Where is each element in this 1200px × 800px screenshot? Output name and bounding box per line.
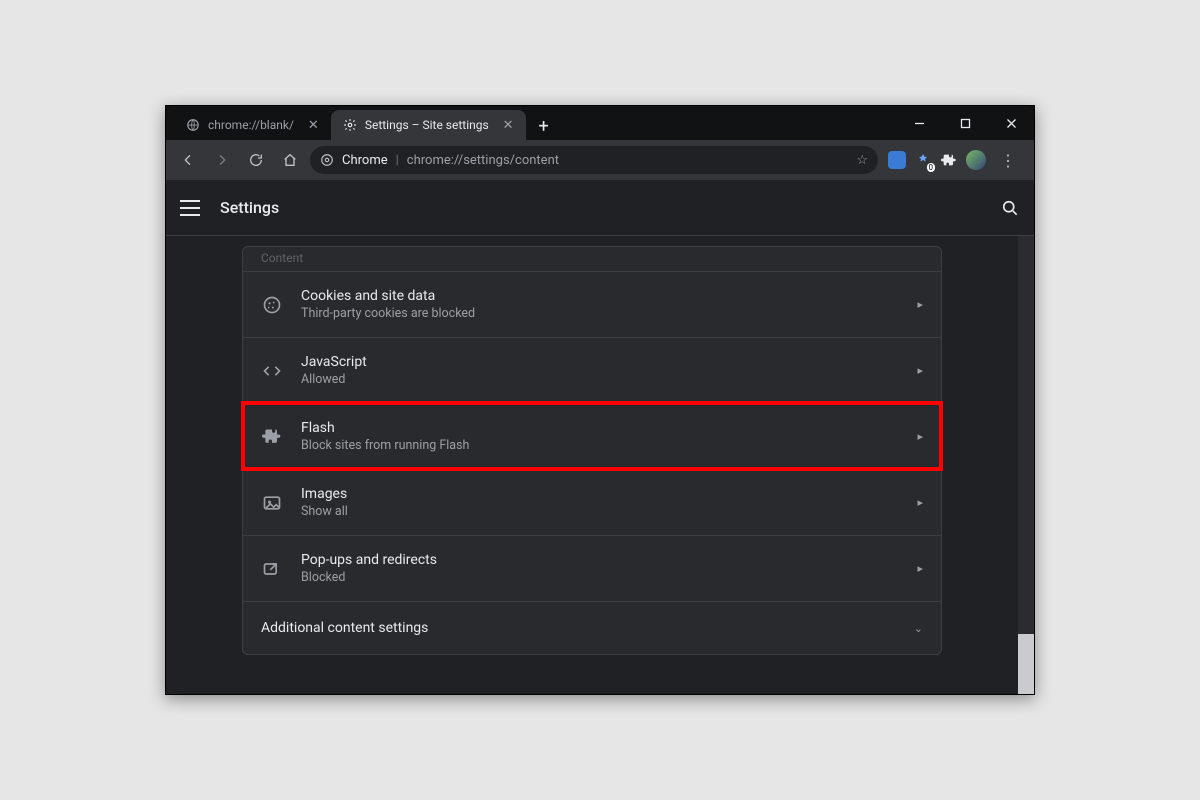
forward-button[interactable]	[208, 146, 236, 174]
bookmark-star-icon[interactable]: ☆	[856, 153, 868, 168]
cookie-icon	[261, 294, 283, 316]
extension-icon	[261, 426, 283, 448]
chevron-right-icon: ▸	[917, 364, 923, 377]
address-url: chrome://settings/content	[407, 153, 559, 168]
separator: |	[396, 153, 399, 168]
extension-icon[interactable]: 0	[914, 151, 932, 169]
reload-button[interactable]	[242, 146, 270, 174]
search-icon[interactable]	[1000, 198, 1020, 218]
settings-panel: Content Cookies and site data Third-part…	[242, 246, 942, 655]
setting-row-popups[interactable]: Pop-ups and redirects Blocked ▸	[243, 535, 941, 601]
setting-subtitle: Block sites from running Flash	[301, 438, 899, 453]
window-buttons	[896, 106, 1034, 140]
toolbar: Chrome | chrome://settings/content ☆ 0 ⋮	[166, 140, 1034, 180]
setting-row-javascript[interactable]: JavaScript Allowed ▸	[243, 337, 941, 403]
setting-title: Cookies and site data	[301, 288, 899, 304]
gear-icon	[343, 118, 357, 132]
code-icon	[261, 360, 283, 382]
setting-row-flash[interactable]: Flash Block sites from running Flash ▸	[243, 403, 941, 469]
maximize-button[interactable]	[942, 106, 988, 140]
settings-appbar: Settings	[166, 180, 1034, 236]
globe-icon	[186, 118, 200, 132]
kebab-menu-icon[interactable]: ⋮	[994, 151, 1022, 170]
popup-icon	[261, 558, 283, 580]
extension-icon[interactable]	[888, 151, 906, 169]
setting-subtitle: Show all	[301, 504, 899, 519]
tab-settings[interactable]: Settings – Site settings ✕	[331, 110, 526, 140]
back-button[interactable]	[174, 146, 202, 174]
new-tab-button[interactable]: +	[530, 112, 558, 140]
chevron-right-icon: ▸	[917, 430, 923, 443]
chevron-right-icon: ▸	[917, 298, 923, 311]
content-area: Content Cookies and site data Third-part…	[166, 236, 1034, 694]
tab-label: chrome://blank/	[208, 118, 294, 132]
close-icon[interactable]: ✕	[308, 118, 319, 133]
section-label: Content	[243, 247, 941, 271]
titlebar: chrome://blank/ ✕ Settings – Site settin…	[166, 106, 1034, 140]
expander-additional-content[interactable]: Additional content settings ⌄	[243, 601, 941, 654]
hamburger-menu-icon[interactable]	[180, 200, 200, 216]
setting-subtitle: Allowed	[301, 372, 899, 387]
setting-title: JavaScript	[301, 354, 899, 370]
chevron-down-icon: ⌄	[914, 622, 923, 635]
browser-window: chrome://blank/ ✕ Settings – Site settin…	[165, 105, 1035, 695]
setting-subtitle: Third-party cookies are blocked	[301, 306, 899, 321]
scrollbar[interactable]	[1018, 236, 1034, 694]
scrollbar-thumb[interactable]	[1018, 634, 1034, 694]
setting-title: Flash	[301, 420, 899, 436]
close-button[interactable]	[988, 106, 1034, 140]
chevron-right-icon: ▸	[917, 562, 923, 575]
setting-row-images[interactable]: Images Show all ▸	[243, 469, 941, 535]
scroll-area[interactable]: Content Cookies and site data Third-part…	[166, 236, 1018, 694]
setting-row-cookies[interactable]: Cookies and site data Third-party cookie…	[243, 271, 941, 337]
close-icon[interactable]: ✕	[503, 118, 514, 133]
minimize-button[interactable]	[896, 106, 942, 140]
page-title: Settings	[220, 198, 279, 217]
setting-title: Pop-ups and redirects	[301, 552, 899, 568]
setting-title: Images	[301, 486, 899, 502]
expander-title: Additional content settings	[261, 620, 896, 636]
profile-avatar[interactable]	[966, 150, 986, 170]
home-button[interactable]	[276, 146, 304, 174]
chrome-icon	[320, 153, 334, 167]
chevron-right-icon: ▸	[917, 496, 923, 509]
tab-label: Settings – Site settings	[365, 118, 489, 132]
extensions-area: 0 ⋮	[884, 150, 1026, 170]
image-icon	[261, 492, 283, 514]
scheme-label: Chrome	[342, 153, 388, 168]
setting-subtitle: Blocked	[301, 570, 899, 585]
extensions-puzzle-icon[interactable]	[940, 151, 958, 169]
tabstrip: chrome://blank/ ✕ Settings – Site settin…	[166, 106, 896, 140]
tab-blank[interactable]: chrome://blank/ ✕	[174, 110, 331, 140]
address-bar[interactable]: Chrome | chrome://settings/content ☆	[310, 146, 878, 174]
